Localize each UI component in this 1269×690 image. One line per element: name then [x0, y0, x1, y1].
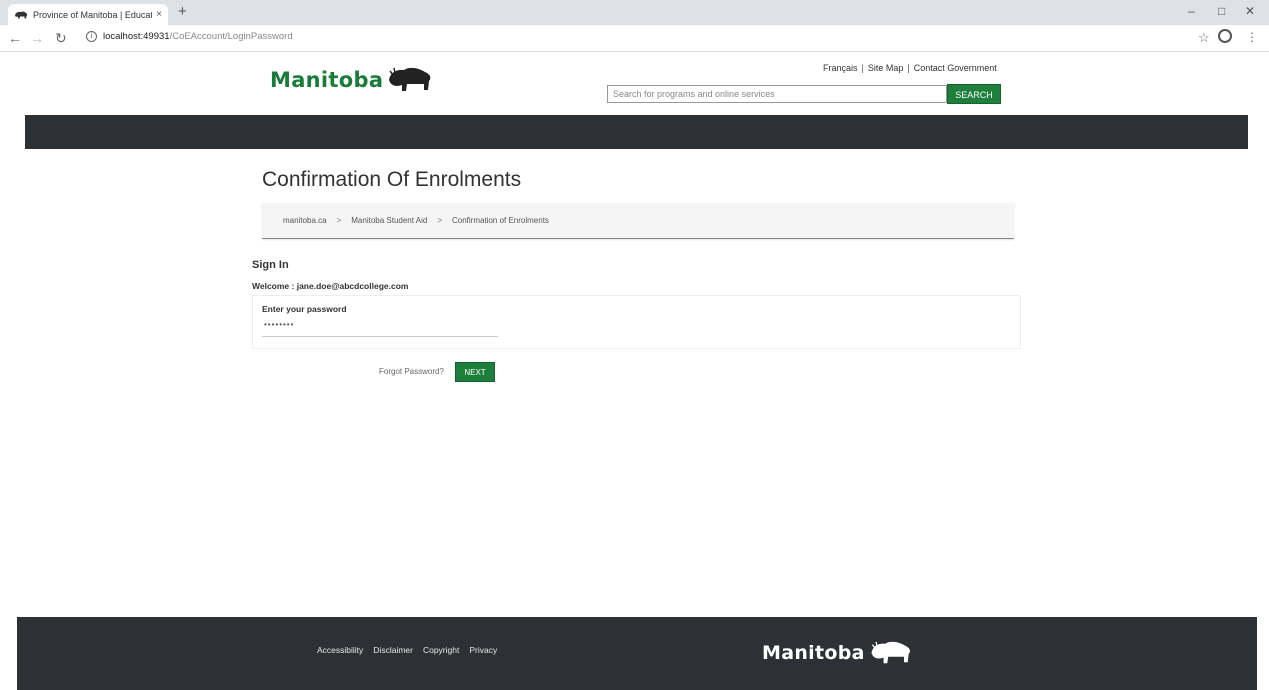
breadcrumb-item-confirmation: Confirmation of Enrolments — [452, 216, 549, 225]
breadcrumb-separator: > — [437, 216, 442, 225]
new-tab-button[interactable]: + — [178, 3, 187, 20]
browser-tabstrip: Province of Manitoba | Educatio × + – □ … — [0, 0, 1269, 25]
footer-logo[interactable]: Manitoba — [762, 640, 913, 666]
footer-link-disclaimer[interactable]: Disclaimer — [373, 645, 413, 655]
footer-link-copyright[interactable]: Copyright — [423, 645, 459, 655]
search-button[interactable]: SEARCH — [947, 84, 1001, 104]
page-title: Confirmation Of Enrolments — [262, 168, 522, 191]
link-separator: | — [861, 63, 864, 73]
close-window-button[interactable]: ✕ — [1245, 4, 1255, 18]
breadcrumb: manitoba.ca > Manitoba Student Aid > Con… — [262, 203, 1014, 239]
maximize-button[interactable]: □ — [1218, 4, 1225, 18]
back-arrow-icon[interactable]: ← — [8, 30, 22, 46]
link-separator: | — [907, 63, 910, 73]
footer-link-accessibility[interactable]: Accessibility — [317, 645, 363, 655]
link-francais[interactable]: Français — [823, 63, 858, 73]
footer-link-privacy[interactable]: Privacy — [469, 645, 497, 655]
bison-logo-icon — [389, 67, 431, 91]
top-links: Français | Site Map | Contact Government — [823, 63, 997, 73]
breadcrumb-separator: > — [336, 216, 342, 225]
sign-in-heading: Sign In — [252, 259, 289, 271]
manitoba-logo[interactable]: Manitoba — [270, 66, 433, 94]
nav-band — [25, 115, 1248, 149]
footer-logo-text: Manitoba — [762, 642, 865, 664]
password-field[interactable]: •••••••• — [262, 317, 498, 337]
breadcrumb-item-manitoba[interactable]: manitoba.ca — [283, 216, 327, 225]
forward-arrow-icon[interactable]: → — [30, 30, 44, 46]
address-bar: ← → ↻ i localhost:49931 /CoEAccount/Logi… — [0, 25, 1269, 52]
tab-close-icon[interactable]: × — [156, 9, 162, 20]
bison-favicon-icon — [15, 11, 28, 18]
reload-icon[interactable]: ↻ — [55, 30, 67, 47]
menu-kebab-icon[interactable]: ⋮ — [1246, 30, 1258, 44]
search-input[interactable]: Search for programs and online services — [607, 85, 947, 103]
next-button[interactable]: NEXT — [455, 362, 495, 382]
tab-title: Province of Manitoba | Educatio — [33, 9, 153, 20]
minimize-button[interactable]: – — [1188, 4, 1195, 18]
browser-tab[interactable]: Province of Manitoba | Educatio × — [8, 4, 168, 25]
link-site-map[interactable]: Site Map — [868, 63, 904, 73]
account-icon[interactable] — [1218, 29, 1232, 43]
footer-links: Accessibility Disclaimer Copyright Priva… — [317, 645, 497, 655]
welcome-text: Welcome : jane.doe@abcdcollege.com — [252, 281, 409, 291]
forgot-password-link[interactable]: Forgot Password? — [379, 367, 444, 376]
star-icon[interactable]: ☆ — [1198, 30, 1210, 46]
footer — [17, 617, 1257, 690]
link-contact-government[interactable]: Contact Government — [914, 63, 997, 73]
breadcrumb-item-student-aid[interactable]: Manitoba Student Aid — [351, 216, 427, 225]
logo-text: Manitoba — [270, 68, 384, 92]
url-host: localhost:49931 — [103, 31, 170, 42]
url-field[interactable]: i localhost:49931 /CoEAccount/LoginPassw… — [86, 31, 293, 42]
bison-logo-icon — [871, 641, 910, 664]
password-label: Enter your password — [262, 304, 347, 314]
info-icon[interactable]: i — [86, 31, 97, 42]
url-path: /CoEAccount/LoginPassword — [169, 31, 293, 42]
